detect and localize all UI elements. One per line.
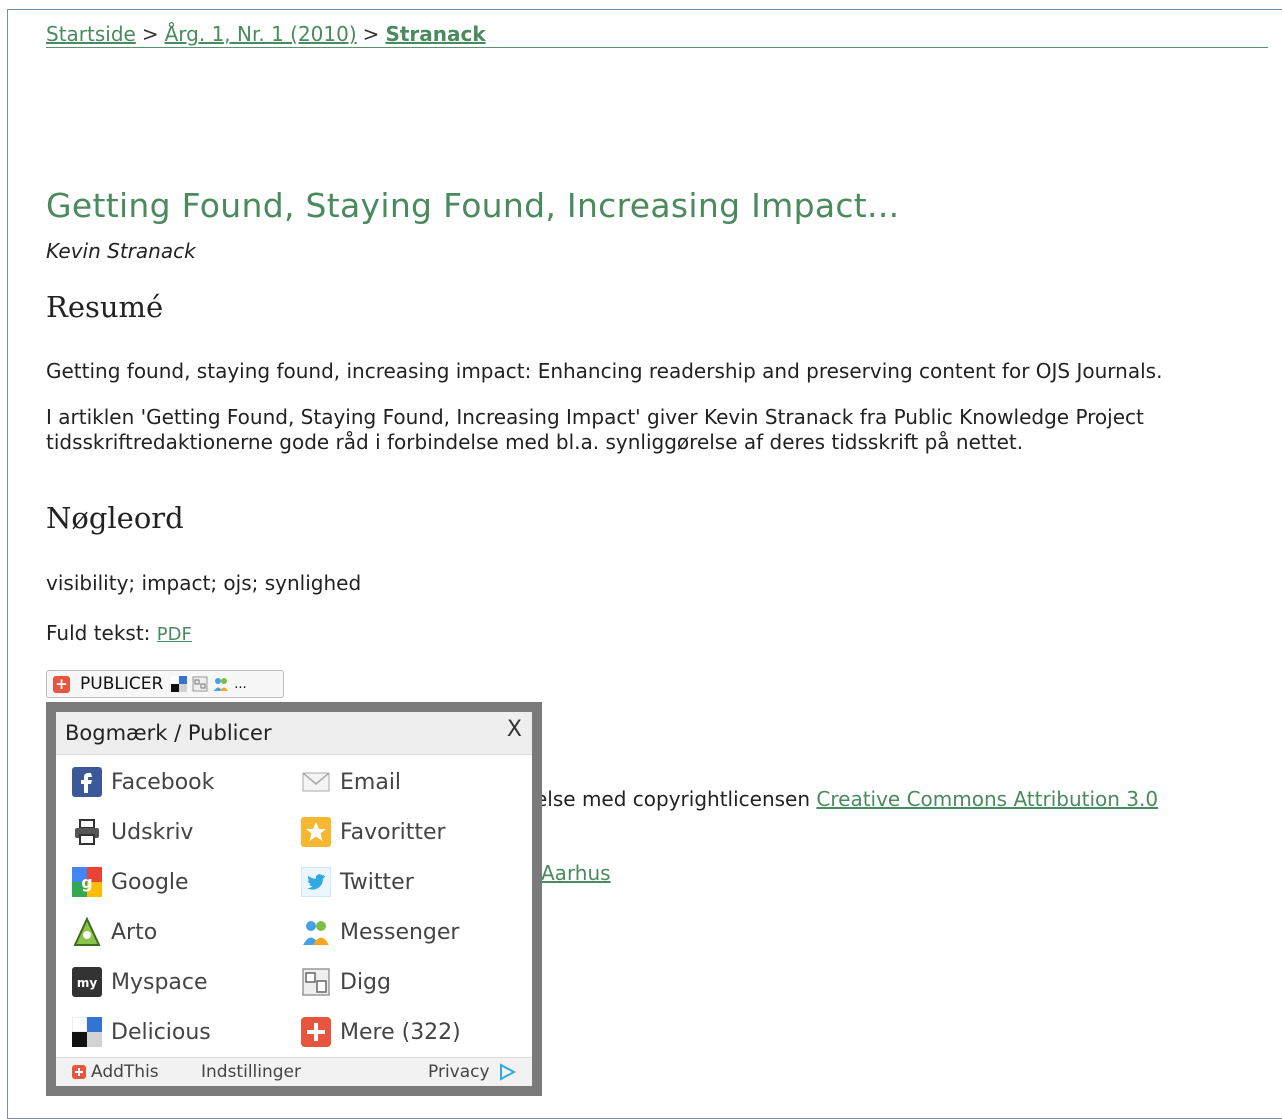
plus-icon — [301, 1017, 331, 1047]
privacy-label: Privacy — [428, 1062, 490, 1082]
close-icon[interactable]: X — [507, 717, 522, 742]
printer-icon — [75, 819, 99, 845]
fulltext-row: Fuld tekst: PDF — [46, 621, 192, 647]
star-icon — [301, 817, 331, 847]
article-author: Kevin Stranack — [46, 239, 196, 263]
service-label: Delicious — [111, 1019, 211, 1045]
breadcrumb-home-link[interactable]: Startside — [46, 22, 136, 46]
abstract-paragraph-2-line-2: tidsskriftredaktionerne gode råd i forbi… — [46, 430, 1024, 454]
breadcrumb-current-link[interactable]: Stranack — [385, 22, 485, 46]
popup-title: Bogmærk / Publicer — [65, 721, 272, 745]
breadcrumb-separator: > — [141, 22, 159, 46]
service-label: Twitter — [340, 869, 414, 895]
abstract-paragraph-2-line-1: I artiklen 'Getting Found, Staying Found… — [46, 405, 1144, 429]
service-facebook[interactable]: Facebook — [71, 766, 214, 798]
service-label: Arto — [111, 919, 158, 945]
article-title: Getting Found, Staying Found, Increasing… — [46, 186, 900, 225]
service-email[interactable]: Email — [300, 766, 401, 798]
service-label: Messenger — [340, 919, 460, 945]
addthis-plus-icon: + — [53, 675, 70, 693]
delicious-icon — [171, 676, 188, 692]
facebook-icon — [72, 767, 102, 797]
popup-footer: AddThis Indstillinger Privacy — [56, 1057, 532, 1086]
settings-link[interactable]: Indstillinger — [201, 1062, 301, 1082]
service-arto[interactable]: Arto — [71, 916, 157, 948]
addthis-brand-link[interactable]: AddThis — [72, 1062, 159, 1082]
delicious-icon — [72, 1017, 102, 1047]
service-favorites[interactable]: Favoritter — [300, 816, 446, 848]
svg-text:my: my — [77, 976, 98, 990]
service-more[interactable]: Mere (322) — [300, 1016, 461, 1048]
share-button-label: PUBLICER — [80, 674, 164, 694]
service-label: Digg — [340, 969, 391, 995]
digg-icon — [302, 968, 330, 996]
license-link[interactable]: Creative Commons Attribution 3.0 — [816, 787, 1158, 811]
service-label: Favoritter — [340, 819, 446, 845]
bookmark-popup: Bogmærk / Publicer X Facebook Udskriv g … — [46, 702, 542, 1096]
messenger-icon — [214, 678, 229, 691]
abstract-heading: Resumé — [46, 290, 164, 324]
license-text: else med copyrightlicensen Creative Comm… — [535, 787, 1158, 811]
publisher-link[interactable]: Aarhus — [541, 861, 611, 885]
service-print[interactable]: Udskriv — [71, 816, 193, 848]
service-label: Google — [111, 869, 189, 895]
service-label: Email — [340, 769, 402, 795]
breadcrumb-separator: > — [362, 22, 380, 46]
service-label: Udskriv — [111, 819, 194, 845]
google-icon: g — [72, 867, 102, 897]
digg-icon — [192, 676, 208, 692]
service-myspace[interactable]: my Myspace — [71, 966, 208, 998]
messenger-icon — [303, 921, 329, 945]
myspace-icon: my — [72, 967, 102, 997]
twitter-icon — [301, 867, 331, 897]
keywords-text: visibility; impact; ojs; synlighed — [46, 571, 362, 595]
email-icon — [302, 772, 330, 792]
service-label: Myspace — [111, 969, 208, 995]
breadcrumb: Startside > Årg. 1, Nr. 1 (2010) > Stranack — [46, 22, 1268, 48]
service-messenger[interactable]: Messenger — [300, 916, 459, 948]
fulltext-label: Fuld tekst: — [46, 621, 151, 645]
breadcrumb-issue-link[interactable]: Årg. 1, Nr. 1 (2010) — [165, 22, 357, 46]
svg-text:g: g — [81, 873, 92, 892]
service-label: Mere (322) — [340, 1019, 461, 1045]
service-label: Facebook — [111, 769, 215, 795]
share-button[interactable]: + PUBLICER ... — [46, 670, 284, 698]
abstract-paragraph-1: Getting found, staying found, increasing… — [46, 359, 1163, 383]
addthis-brand-label: AddThis — [91, 1062, 159, 1082]
service-delicious[interactable]: Delicious — [71, 1016, 211, 1048]
share-more-ellipsis: ... — [234, 676, 247, 692]
publisher-text: Aarhus — [541, 861, 611, 885]
popup-header: Bogmærk / Publicer X — [56, 712, 532, 755]
license-label: else med copyrightlicensen — [535, 787, 811, 811]
play-arrow-icon — [499, 1063, 516, 1081]
service-google[interactable]: g Google — [71, 866, 189, 898]
pdf-link[interactable]: PDF — [157, 624, 192, 645]
keywords-heading: Nøgleord — [46, 501, 184, 535]
service-twitter[interactable]: Twitter — [300, 866, 414, 898]
service-digg[interactable]: Digg — [300, 966, 391, 998]
arto-icon — [73, 917, 101, 946]
privacy-link[interactable]: Privacy — [428, 1062, 516, 1082]
addthis-plus-icon — [72, 1065, 86, 1079]
